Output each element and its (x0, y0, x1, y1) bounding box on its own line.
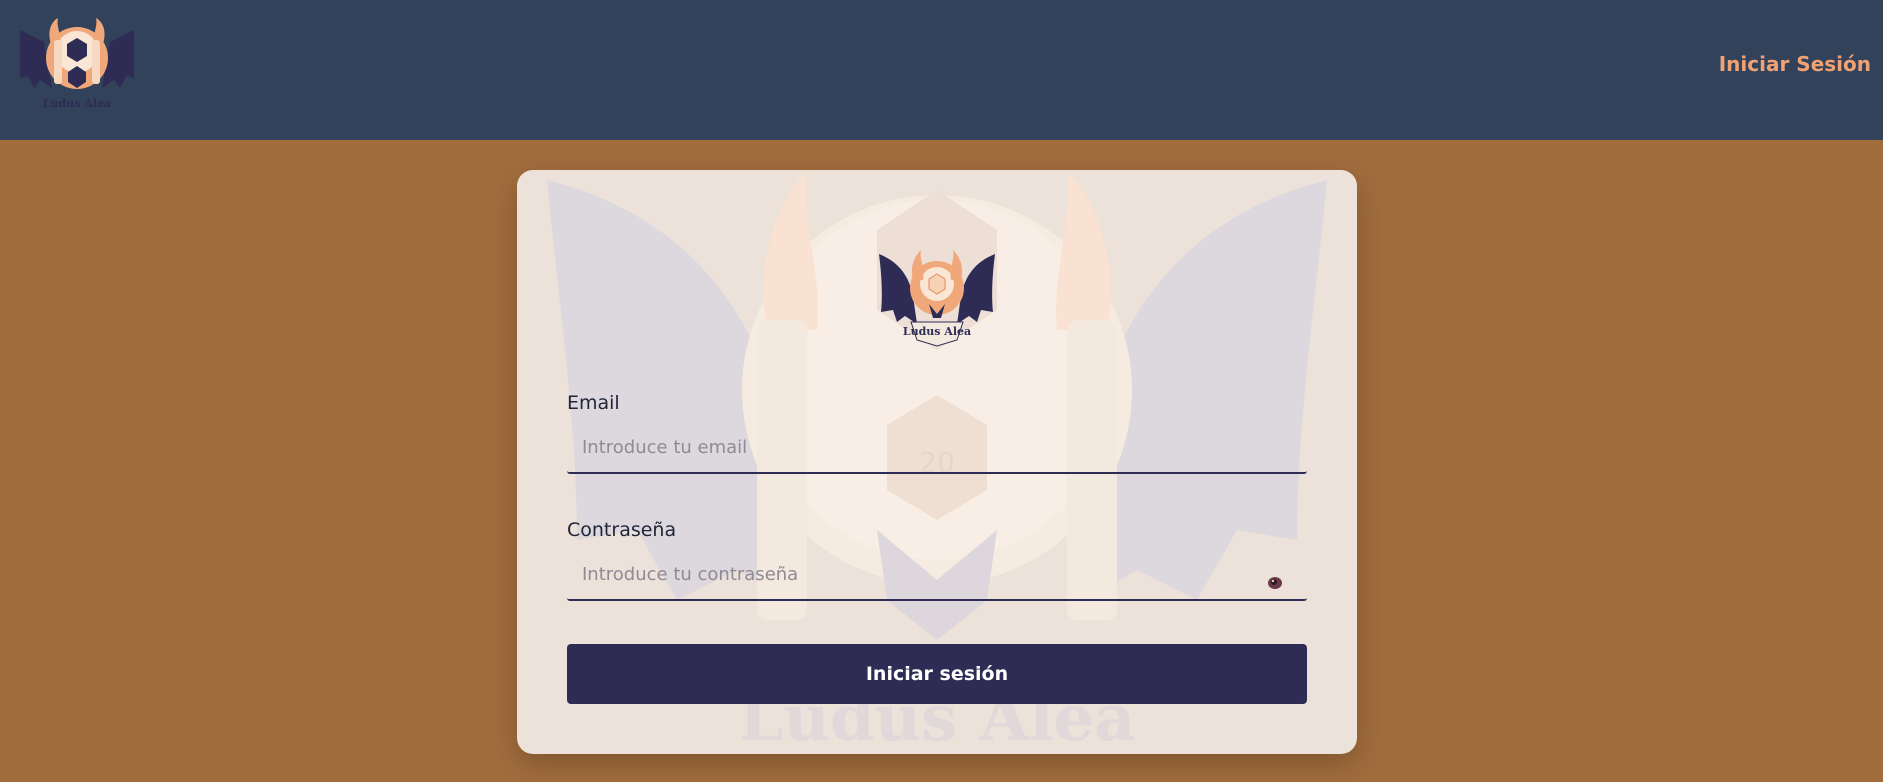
nav-login-link[interactable]: Iniciar Sesión (1719, 52, 1871, 76)
card-logo-text: Ludus Alea (903, 325, 971, 338)
password-input[interactable] (567, 549, 1307, 601)
email-label: Email (567, 392, 620, 414)
ludus-alea-card-logo-icon: Ludus Alea (879, 250, 995, 347)
login-card: 20 Ludus Alea Ludus Alea Email Contraseñ… (517, 170, 1357, 754)
eye-icon[interactable] (1265, 573, 1285, 593)
ludus-alea-logo-icon[interactable]: Ludus Alea (16, 16, 138, 114)
nav-logo-text: Ludus Alea (43, 97, 111, 110)
email-input[interactable] (567, 422, 1307, 474)
password-label: Contraseña (567, 519, 677, 541)
submit-login-button[interactable]: Iniciar sesión (567, 644, 1307, 704)
top-navbar: Ludus Alea Iniciar Sesión (0, 0, 1883, 140)
